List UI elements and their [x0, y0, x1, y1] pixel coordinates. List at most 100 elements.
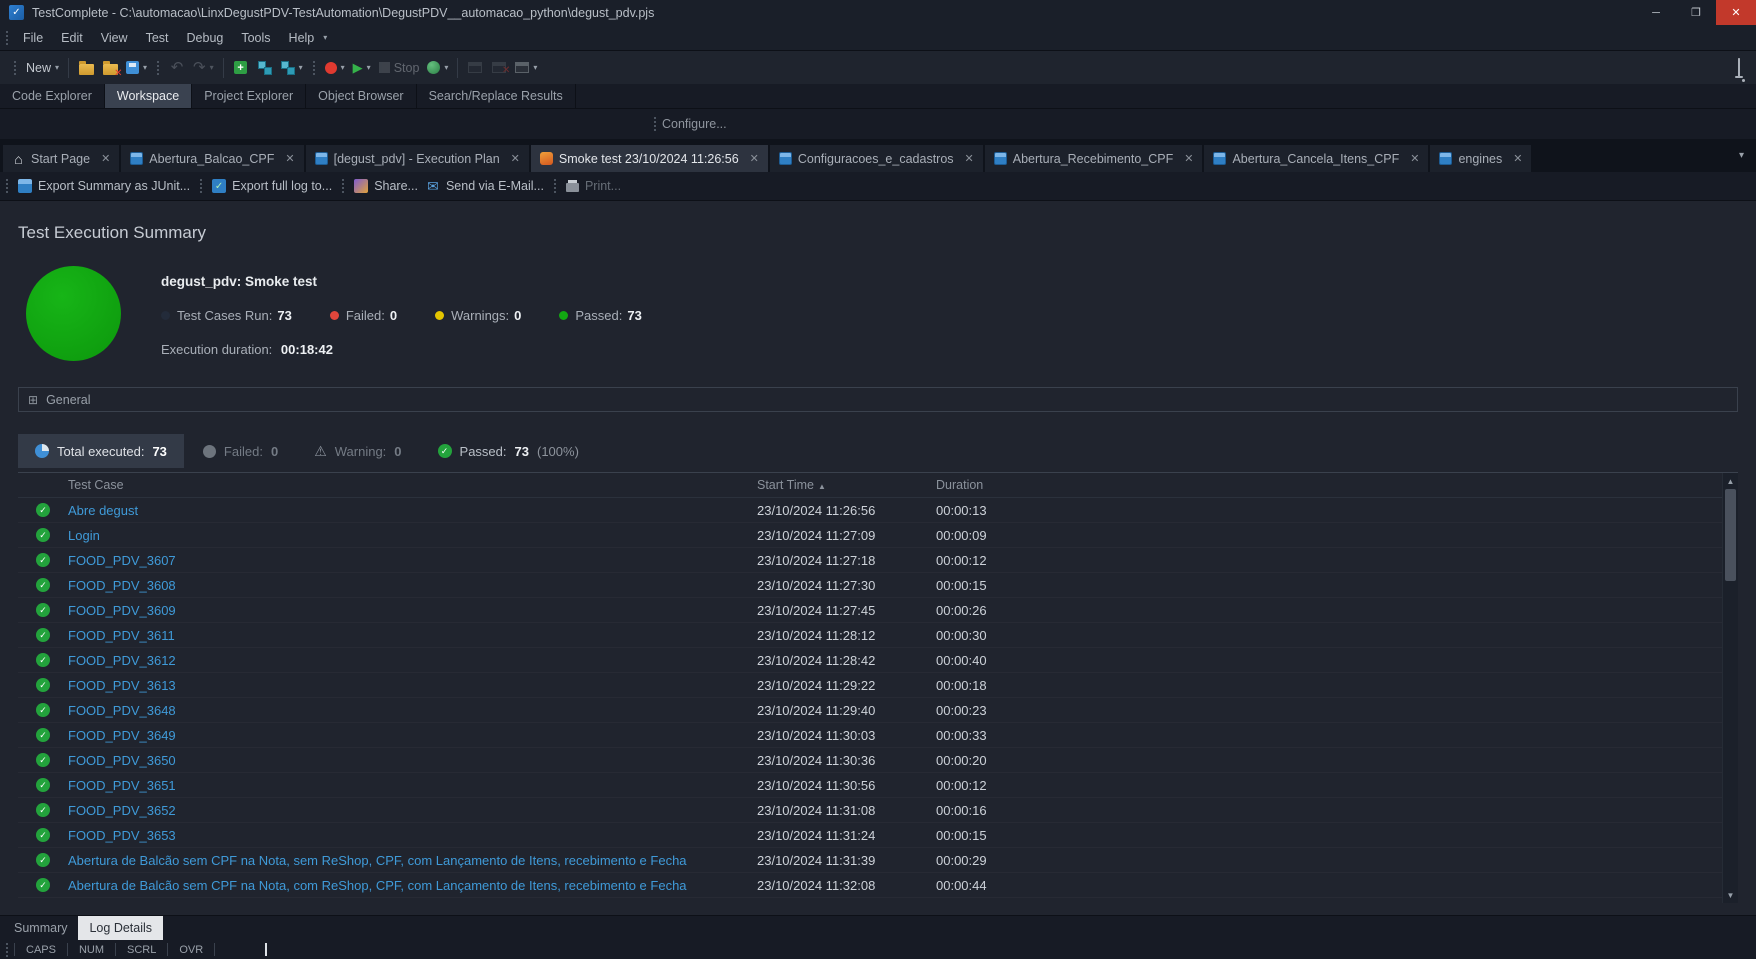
stop-button[interactable]: Stop — [375, 55, 424, 81]
table-row[interactable]: ✓ Abertura de Balcão sem CPF na Nota, co… — [18, 873, 1722, 898]
configure-button[interactable]: Configure... — [662, 117, 727, 131]
expand-icon[interactable]: ⊞ — [28, 393, 38, 407]
close-tab-icon[interactable]: ✕ — [101, 152, 110, 165]
doc-tab-abertura-recebimento-cpf[interactable]: Abertura_Recebimento_CPF ✕ — [985, 145, 1203, 172]
record-test-button[interactable]: ▾ — [321, 55, 349, 81]
filter-tab-passed[interactable]: ✓ Passed: 73 (100%) — [421, 434, 596, 468]
toolbar-grip[interactable] — [6, 31, 8, 45]
save-button[interactable]: ▾ — [122, 55, 151, 81]
table-row[interactable]: ✓ FOOD_PDV_3651 23/10/2024 11:30:56 00:0… — [18, 773, 1722, 798]
test-case-link[interactable]: FOOD_PDV_3648 — [68, 703, 176, 718]
test-case-link[interactable]: FOOD_PDV_3609 — [68, 603, 176, 618]
test-case-link[interactable]: FOOD_PDV_3607 — [68, 553, 176, 568]
test-case-link[interactable]: FOOD_PDV_3649 — [68, 728, 176, 743]
tab-list-dropdown-icon[interactable]: ▾ — [1739, 150, 1744, 161]
doc-tab-start-page[interactable]: ⌂ Start Page ✕ — [3, 145, 119, 172]
close-tab-icon[interactable]: ✕ — [1513, 152, 1522, 165]
scroll-down-icon[interactable]: ▼ — [1723, 887, 1738, 903]
test-case-link[interactable]: FOOD_PDV_3652 — [68, 803, 176, 818]
column-header-test-case[interactable]: Test Case — [68, 478, 757, 492]
export-full-log-button[interactable]: ✓ Export full log to... — [208, 179, 336, 193]
close-tab-icon[interactable]: ✕ — [1184, 152, 1193, 165]
run-test-button[interactable]: ▶ ▾ — [349, 55, 375, 81]
doc-tab-configuracoes-e-cadastros[interactable]: Configuracoes_e_cadastros ✕ — [770, 145, 983, 172]
menu-test[interactable]: Test — [137, 28, 178, 48]
table-row[interactable]: ✓ FOOD_PDV_3607 23/10/2024 11:27:18 00:0… — [18, 548, 1722, 573]
filter-tab-warning[interactable]: ⚠ Warning: 0 — [297, 434, 418, 468]
doc-tab-abertura-cancela-itens-cpf[interactable]: Abertura_Cancela_Itens_CPF ✕ — [1204, 145, 1428, 172]
doc-tab-engines[interactable]: engines ✕ — [1430, 145, 1531, 172]
toolbar-grip[interactable] — [342, 179, 344, 193]
tab-summary[interactable]: Summary — [3, 916, 78, 940]
checkpoint-button[interactable] — [253, 55, 277, 81]
close-tab-icon[interactable]: ✕ — [750, 152, 759, 165]
table-row[interactable]: ✓ FOOD_PDV_3611 23/10/2024 11:28:12 00:0… — [18, 623, 1722, 648]
attach-window-button[interactable] — [463, 55, 487, 81]
new-button[interactable]: New ▾ — [22, 55, 63, 81]
close-tab-icon[interactable]: ✕ — [1410, 152, 1419, 165]
toolbar-grip[interactable] — [14, 61, 16, 75]
menu-tools[interactable]: Tools — [232, 28, 279, 48]
toolbar-grip[interactable] — [157, 61, 159, 75]
test-case-link[interactable]: Abre degust — [68, 503, 138, 518]
table-row[interactable]: ✓ Login 23/10/2024 11:27:09 00:00:09 — [18, 523, 1722, 548]
test-case-link[interactable]: Abertura de Balcão sem CPF na Nota, com … — [68, 878, 687, 893]
close-tab-icon[interactable]: ✕ — [965, 152, 974, 165]
tab-object-browser[interactable]: Object Browser — [306, 84, 416, 108]
table-row[interactable]: ✓ FOOD_PDV_3608 23/10/2024 11:27:30 00:0… — [18, 573, 1722, 598]
test-case-link[interactable]: Abertura de Balcão sem CPF na Nota, sem … — [68, 853, 687, 868]
toolbar-grip[interactable] — [200, 179, 202, 193]
menu-edit[interactable]: Edit — [52, 28, 92, 48]
extensions-button[interactable]: ▾ — [277, 55, 307, 81]
close-button[interactable]: ✕ — [1716, 0, 1756, 25]
add-item-button[interactable]: + — [229, 55, 253, 81]
tab-workspace[interactable]: Workspace — [105, 84, 192, 108]
table-row[interactable]: ✓ FOOD_PDV_3613 23/10/2024 11:29:22 00:0… — [18, 673, 1722, 698]
column-header-start-time[interactable]: Start Time▲ — [757, 478, 936, 492]
print-button[interactable]: Print... — [562, 179, 625, 193]
new-window-button[interactable]: ▾ — [511, 55, 541, 81]
detach-window-button[interactable]: ✕ — [487, 55, 511, 81]
tab-project-explorer[interactable]: Project Explorer — [192, 84, 306, 108]
test-case-link[interactable]: Login — [68, 528, 100, 543]
column-header-duration[interactable]: Duration — [936, 478, 1722, 492]
scrollbar-thumb[interactable] — [1725, 489, 1736, 581]
send-email-button[interactable]: ✉ Send via E-Mail... — [422, 179, 548, 193]
menu-debug[interactable]: Debug — [178, 28, 233, 48]
table-row[interactable]: ✓ Abre degust 23/10/2024 11:26:56 00:00:… — [18, 498, 1722, 523]
test-case-link[interactable]: FOOD_PDV_3611 — [68, 628, 175, 643]
toolbar-grip[interactable] — [6, 179, 8, 193]
undo-button[interactable]: ↶ — [165, 55, 189, 81]
menu-file[interactable]: File — [14, 28, 52, 48]
minimize-button[interactable]: ─ — [1636, 0, 1676, 25]
table-row[interactable]: ✓ FOOD_PDV_3648 23/10/2024 11:29:40 00:0… — [18, 698, 1722, 723]
table-row[interactable]: ✓ FOOD_PDV_3650 23/10/2024 11:30:36 00:0… — [18, 748, 1722, 773]
export-summary-junit-button[interactable]: Export Summary as JUnit... — [14, 179, 194, 193]
toolbar-grip[interactable] — [654, 117, 656, 131]
menu-view[interactable]: View — [92, 28, 137, 48]
test-case-link[interactable]: FOOD_PDV_3651 — [68, 778, 176, 793]
maximize-button[interactable]: ❐ — [1676, 0, 1716, 25]
test-case-link[interactable]: FOOD_PDV_3650 — [68, 753, 176, 768]
test-case-link[interactable]: FOOD_PDV_3653 — [68, 828, 176, 843]
table-row[interactable]: ✓ FOOD_PDV_3649 23/10/2024 11:30:03 00:0… — [18, 723, 1722, 748]
test-case-link[interactable]: FOOD_PDV_3612 — [68, 653, 176, 668]
close-tab-icon[interactable]: ✕ — [511, 152, 520, 165]
notifications-button[interactable] — [1738, 59, 1740, 77]
redo-button[interactable]: ↷ ▾ — [189, 55, 218, 81]
close-tab-icon[interactable]: ✕ — [285, 152, 294, 165]
test-case-link[interactable]: FOOD_PDV_3613 — [68, 678, 176, 693]
table-row[interactable]: ✓ FOOD_PDV_3609 23/10/2024 11:27:45 00:0… — [18, 598, 1722, 623]
doc-tab-execution-plan[interactable]: [degust_pdv] - Execution Plan ✕ — [306, 145, 529, 172]
menu-overflow-icon[interactable]: ▾ — [323, 33, 327, 42]
filter-tab-total-executed[interactable]: Total executed: 73 — [18, 434, 184, 468]
doc-tab-abertura-balcao-cpf[interactable]: Abertura_Balcao_CPF ✕ — [121, 145, 303, 172]
table-row[interactable]: ✓ FOOD_PDV_3612 23/10/2024 11:28:42 00:0… — [18, 648, 1722, 673]
doc-tab-smoke-test-log[interactable]: Smoke test 23/10/2024 11:26:56 ✕ — [531, 145, 768, 172]
tab-search-replace-results[interactable]: Search/Replace Results — [417, 84, 576, 108]
table-row[interactable]: ✓ FOOD_PDV_3652 23/10/2024 11:31:08 00:0… — [18, 798, 1722, 823]
table-row[interactable]: ✓ Abertura de Balcão sem CPF na Nota, se… — [18, 848, 1722, 873]
tab-code-explorer[interactable]: Code Explorer — [0, 84, 105, 108]
general-section-header[interactable]: ⊞ General — [18, 387, 1738, 412]
table-row[interactable]: ✓ FOOD_PDV_3653 23/10/2024 11:31:24 00:0… — [18, 823, 1722, 848]
